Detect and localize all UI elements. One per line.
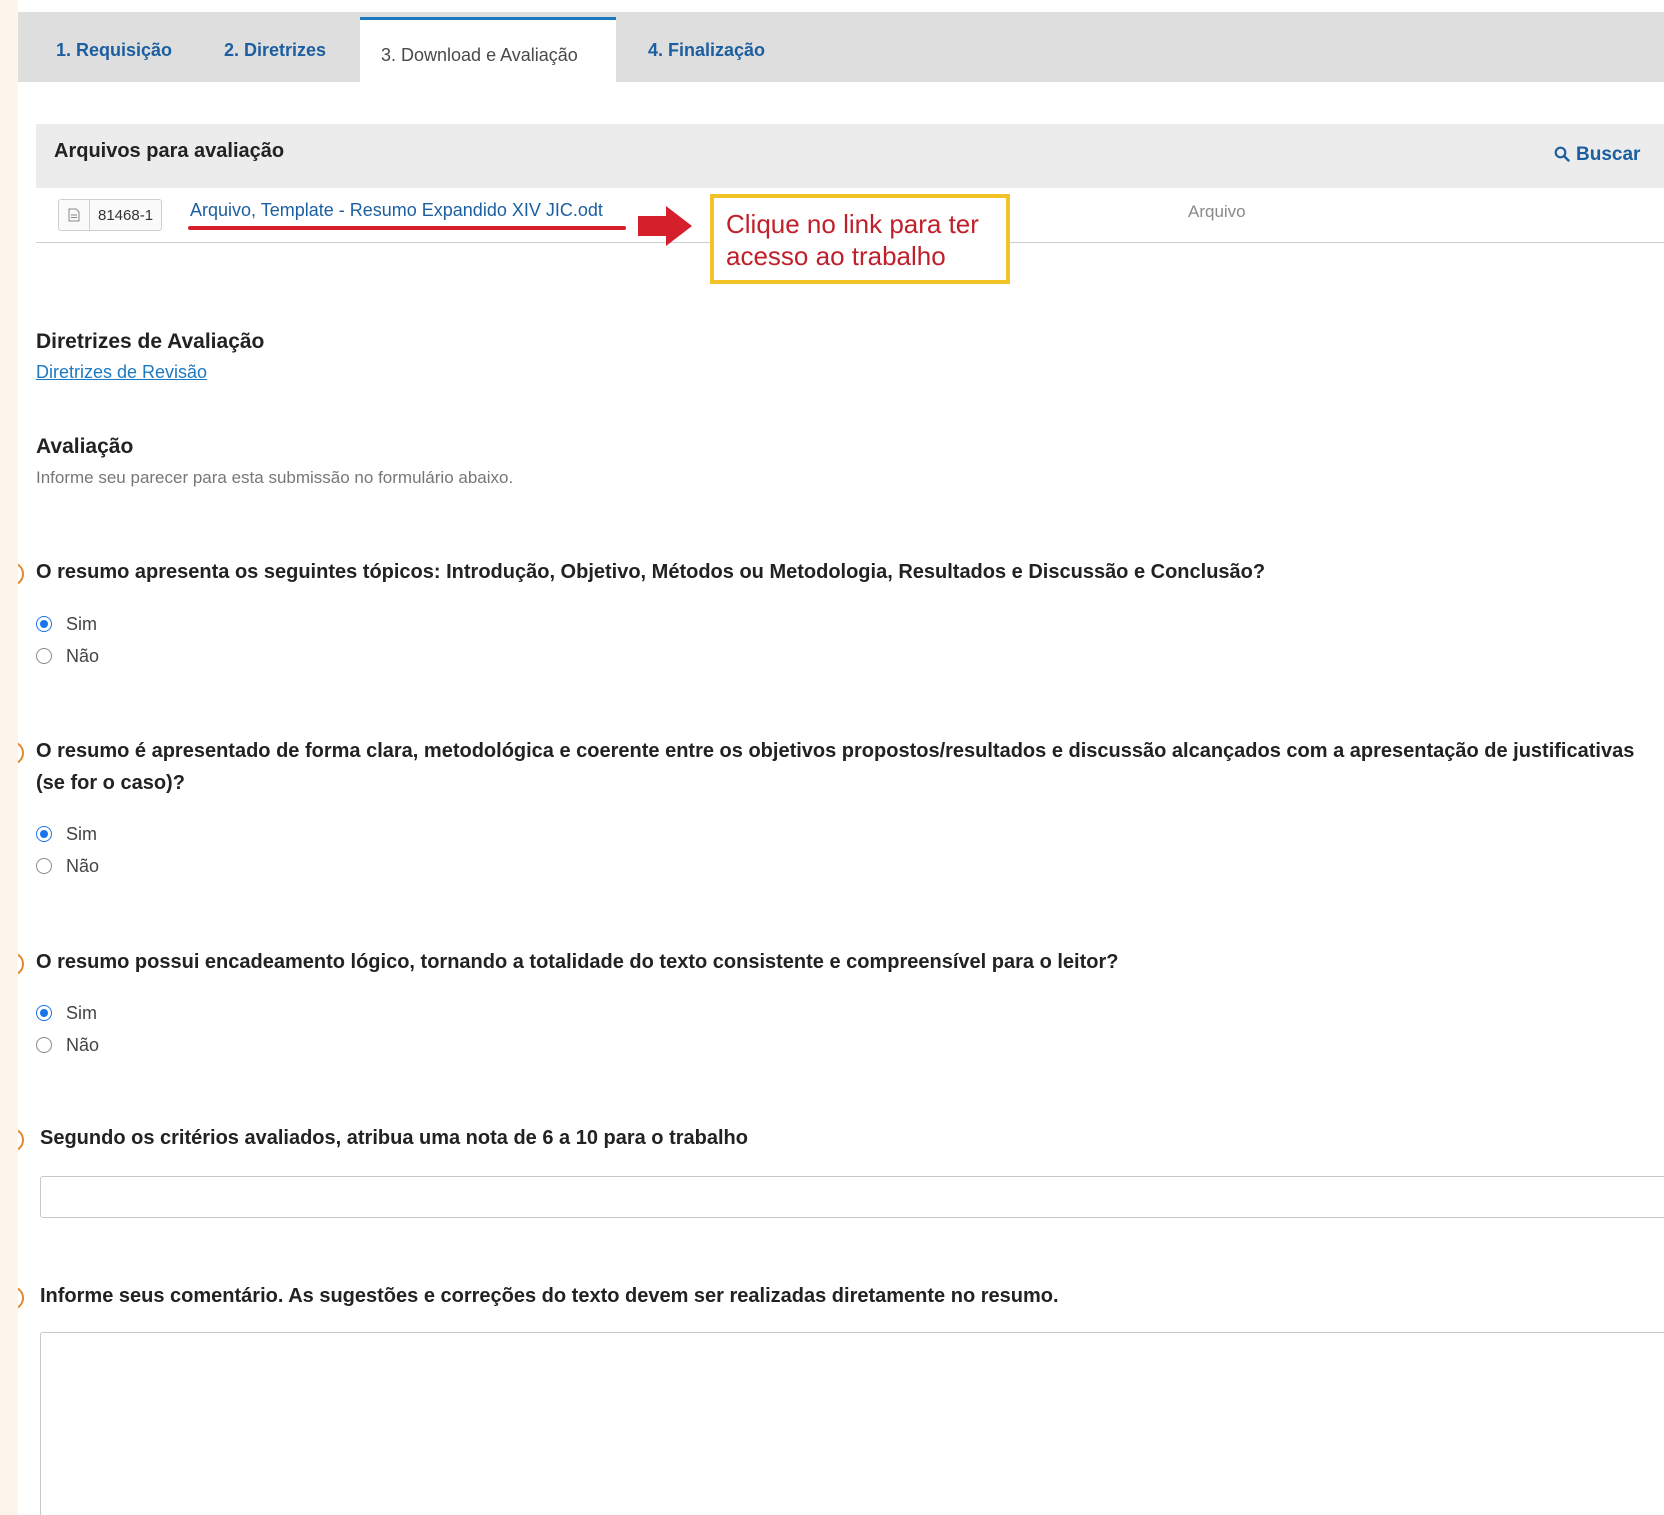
file-link-highlight-underline: [188, 226, 626, 230]
comments-question: Informe seus comentário. As sugestões e …: [18, 1280, 1660, 1312]
grade-input[interactable]: [40, 1176, 1664, 1218]
question-2-option-sim[interactable]: Sim: [36, 822, 97, 846]
guidelines-title: Diretrizes de Avaliação: [36, 330, 265, 353]
radio-button[interactable]: [36, 858, 52, 874]
question-3: O resumo possui encadeamento lógico, tor…: [18, 946, 1656, 978]
annotation-callout: Clique no link para ter acesso ao trabal…: [710, 194, 1010, 284]
files-grid-header: Arquivos para avaliação Buscar: [36, 124, 1664, 188]
question-1: O resumo apresenta os seguintes tópicos:…: [18, 556, 1656, 588]
question-marker: [18, 952, 24, 976]
option-label: Não: [66, 645, 100, 666]
question-3-option-nao[interactable]: Não: [36, 1033, 99, 1057]
grade-label: Segundo os critérios avaliados, atribua …: [40, 1127, 748, 1149]
file-id: 81468-1: [98, 206, 154, 224]
search-label: Buscar: [1576, 144, 1641, 165]
annotation-line-1: Clique no link para ter: [726, 209, 979, 239]
radio-button[interactable]: [36, 648, 52, 664]
radio-button[interactable]: [36, 1005, 52, 1021]
question-1-option-nao[interactable]: Não: [36, 644, 99, 668]
question-1-option-sim[interactable]: Sim: [36, 612, 97, 636]
question-marker: [18, 1286, 24, 1310]
page: 1. Requisição 2. Diretrizes 3. Download …: [18, 0, 1664, 1515]
option-label: Não: [66, 855, 100, 876]
option-label: Sim: [66, 823, 97, 844]
document-icon: [59, 200, 90, 230]
files-title: Arquivos para avaliação: [54, 140, 285, 162]
question-3-text: O resumo possui encadeamento lógico, tor…: [36, 951, 1119, 973]
annotation-line-2: acesso ao trabalho: [726, 241, 946, 271]
tab-diretrizes[interactable]: 2. Diretrizes: [224, 12, 326, 82]
question-1-text: O resumo apresenta os seguintes tópicos:…: [36, 561, 1266, 583]
tab-download-avaliacao[interactable]: 3. Download e Avaliação: [360, 17, 616, 87]
question-2-option-nao[interactable]: Não: [36, 854, 99, 878]
tab-finalizacao[interactable]: 4. Finalização: [648, 12, 765, 82]
question-marker: [18, 562, 24, 586]
comments-textarea[interactable]: [40, 1332, 1664, 1515]
comments-label: Informe seus comentário. As sugestões e …: [40, 1285, 1059, 1307]
tab-requisicao[interactable]: 1. Requisição: [56, 12, 172, 82]
grade-question: Segundo os critérios avaliados, atribua …: [18, 1122, 1660, 1154]
option-label: Não: [66, 1034, 100, 1055]
option-label: Sim: [66, 1002, 97, 1023]
search-button[interactable]: Buscar: [1554, 144, 1664, 166]
question-2: O resumo é apresentado de forma clara, m…: [18, 735, 1656, 799]
question-2-text: O resumo é apresentado de forma clara, m…: [36, 740, 1635, 794]
file-download-link[interactable]: Arquivo, Template - Resumo Expandido XIV…: [190, 200, 603, 221]
arrow-right-icon: [638, 206, 692, 246]
radio-button[interactable]: [36, 616, 52, 632]
question-marker: [18, 741, 24, 765]
radio-button[interactable]: [36, 1037, 52, 1053]
review-title: Avaliação: [36, 435, 134, 458]
review-description: Informe seu parecer para esta submissão …: [36, 468, 514, 487]
question-marker: [18, 1128, 24, 1152]
file-type: Arquivo: [1188, 202, 1246, 221]
radio-button[interactable]: [36, 826, 52, 842]
file-id-badge: 81468-1: [58, 199, 163, 231]
search-icon: [1554, 146, 1570, 162]
review-guidelines-link[interactable]: Diretrizes de Revisão: [36, 362, 207, 383]
question-3-option-sim[interactable]: Sim: [36, 1001, 97, 1025]
option-label: Sim: [66, 613, 97, 634]
tab-bar: 1. Requisição 2. Diretrizes 3. Download …: [18, 12, 1664, 87]
